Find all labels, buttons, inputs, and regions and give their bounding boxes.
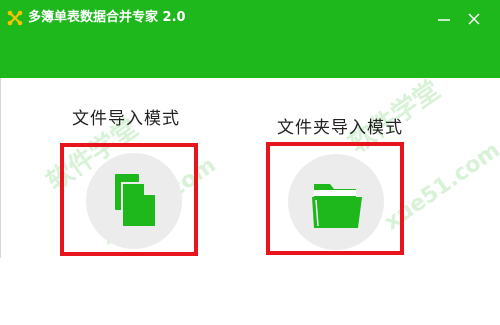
file-import-mode-label: 文件导入模式 — [72, 109, 180, 129]
app-logo-icon — [7, 10, 23, 26]
file-import-icon-circle — [86, 153, 182, 249]
app-title: 多簿单表数据合并专家 2.0 — [28, 10, 186, 25]
folder-import-icon-circle — [288, 154, 384, 250]
folder-icon — [312, 184, 362, 228]
minimize-icon — [438, 19, 450, 21]
close-icon — [468, 13, 480, 25]
minimize-button[interactable] — [433, 10, 455, 30]
files-icon — [113, 172, 157, 228]
window-left-border — [0, 78, 1, 258]
title-bar: 多簿单表数据合并专家 2.0 — [0, 0, 500, 78]
folder-import-mode-button[interactable] — [266, 142, 404, 255]
folder-import-mode-label: 文件夹导入模式 — [277, 118, 403, 138]
file-import-mode-button[interactable] — [60, 143, 198, 256]
close-button[interactable] — [463, 10, 485, 30]
